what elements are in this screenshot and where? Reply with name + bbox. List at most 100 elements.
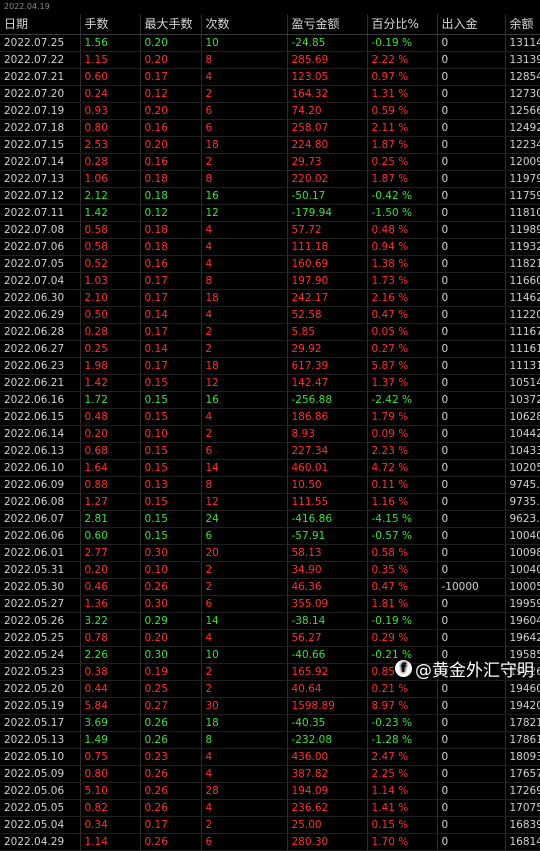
table-row[interactable]: 2022.07.180.800.166258.072.11 %012492.46 [0,119,540,137]
table-row[interactable]: 2022.06.290.500.14452.580.47 %011220.29 [0,306,540,324]
cell-balance: 10433.17 [505,442,540,460]
table-row[interactable]: 2022.07.210.600.174123.050.97 %012854.03 [0,68,540,86]
table-row[interactable]: 2022.07.131.060.188220.021.87 %011979.86 [0,170,540,188]
column-header-max-lots[interactable]: 最大手数 [140,14,202,35]
cell-max-lots: 0.29 [140,612,202,630]
cell-balance: 11462.46 [505,289,540,307]
table-row[interactable]: 2022.07.080.580.18457.720.48 %011989.95 [0,221,540,239]
cell-date: 2022.07.06 [0,238,81,256]
cell-lots: 0.58 [80,238,141,256]
column-header-deposit[interactable]: 出入金 [437,14,506,35]
header-row: 日期 手数 最大手数 次数 盈亏金额 百分比% 出入金 余额 [0,14,540,35]
cell-max-lots: 0.15 [140,510,202,528]
cell-count: 20 [201,544,288,562]
cell-date: 2022.05.10 [0,748,81,766]
table-row[interactable]: 2022.05.065.100.2628194.091.14 %017269.7… [0,782,540,800]
cell-balance: 12009.59 [505,153,540,171]
table-row[interactable]: 2022.05.195.840.27301598.898.97 %019420.… [0,697,540,715]
column-header-lots[interactable]: 手数 [80,14,141,35]
cell-max-lots: 0.10 [140,561,202,579]
table-row[interactable]: 2022.07.122.120.1816-50.17-0.42 %011759.… [0,187,540,205]
table-row[interactable]: 2022.06.012.770.302058.130.58 %010098.54 [0,544,540,562]
table-row[interactable]: 2022.06.270.250.14229.920.27 %011161.86 [0,340,540,358]
table-row[interactable]: 2022.04.291.140.266280.301.70 %016814.04 [0,833,540,851]
table-row[interactable]: 2022.07.200.240.122164.321.31 %012730.98 [0,85,540,103]
cell-percent: 0.97 % [367,68,438,86]
cell-count: 2 [201,425,288,443]
cell-count: 18 [201,136,288,154]
cell-count: 6 [201,119,288,137]
column-header-balance[interactable]: 余额 [505,14,540,35]
cell-max-lots: 0.12 [140,204,202,222]
cell-lots: 2.53 [80,136,141,154]
cell-max-lots: 0.20 [140,629,202,647]
cell-count: 8 [201,731,288,749]
cell-balance: 19420.03 [505,697,540,715]
table-row[interactable]: 2022.07.221.150.208285.692.22 %013139.72 [0,51,540,69]
table-row[interactable]: 2022.06.07 2.81 0.15 24 -416.86 -4.15 % 0 9623.… [0,510,540,528]
table-row[interactable]: 2022.06.140.200.1028.930.09 %010442.10 [0,425,540,443]
table-row[interactable]: 2022.05.090.800.264387.822.25 %017657.57 [0,765,540,783]
table-row[interactable]: 2022.05.310.200.10234.900.35 %010040.41 [0,561,540,579]
table-row[interactable]: 2022.05.271.360.306355.091.81 %019959.15 [0,595,540,613]
table-row[interactable]: 2022.05.050.820.264236.621.41 %017075.66 [0,799,540,817]
table-row[interactable]: 2022.06.060.600.156-57.91-0.57 %010040.6… [0,527,540,545]
cell-deposit: 0 [437,833,506,851]
table-row[interactable]: 2022.06.302.100.1718242.172.16 %011462.4… [0,289,540,307]
table-row[interactable]: 2022.06.231.980.1718617.395.87 %011131.9… [0,357,540,375]
table-row[interactable]: 2022.07.190.930.20674.200.59 %012566.66 [0,102,540,120]
table-row[interactable]: 2022.05.263.220.2914-38.14-0.19 %019604.… [0,612,540,630]
table-row[interactable]: 2022.05.040.340.17225.000.15 %016839.04 [0,816,540,834]
column-header-count[interactable]: 次数 [201,14,288,35]
cell-profit: -179.94 [287,204,368,222]
column-header-date[interactable]: 日期 [0,14,81,35]
table-row[interactable]: 2022.05.250.780.20456.270.29 %019642.20 [0,629,540,647]
table-row[interactable]: 2022.06.211.420.1512142.471.37 %010514.5… [0,374,540,392]
table-row[interactable]: 2022.07.041.030.178197.901.73 %011660.36 [0,272,540,290]
table-row[interactable]: 2022.05.200.440.25240.640.21 %019460.67 [0,680,540,698]
column-header-profit[interactable]: 盈亏金额 [287,14,368,35]
cell-lots: 2.81 [80,510,141,528]
cell-lots: 1.42 [80,374,141,392]
cell-profit: 1598.89 [287,697,368,715]
cell-max-lots: 0.13 [140,476,202,494]
table-row[interactable]: 2022.05.173.690.2618-40.35-0.23 %017821.… [0,714,540,732]
cell-profit: 285.69 [287,51,368,69]
table-row[interactable]: 2022.05.100.750.234436.002.47 %018093.57 [0,748,540,766]
cell-count: 2 [201,816,288,834]
table-row[interactable]: 2022.06.101.640.1514460.014.72 %010205.8… [0,459,540,477]
cell-date: 2022.05.30 [0,578,81,596]
cell-count: 2 [201,561,288,579]
cell-profit: 29.92 [287,340,368,358]
cell-max-lots: 0.20 [140,102,202,120]
cell-balance: 10040.63 [505,527,540,545]
table-row[interactable]: 2022.06.130.680.156227.342.23 %010433.17 [0,442,540,460]
table-row[interactable]: 2022.07.251.560.2010-24.85-0.19 %013114.… [0,34,540,52]
cell-percent: 1.87 % [367,136,438,154]
table-row[interactable]: 2022.06.081.270.1512111.551.16 %09735.32 [0,493,540,511]
table-row[interactable]: 2022.06.280.280.1725.850.05 %011167.71 [0,323,540,341]
cell-profit: 224.80 [287,136,368,154]
cell-deposit: 0 [437,357,506,375]
cell-balance: 12492.46 [505,119,540,137]
cell-lots: 0.28 [80,153,141,171]
cell-deposit: 0 [437,85,506,103]
cell-balance: 11660.36 [505,272,540,290]
table-row[interactable]: 2022.07.111.420.1212-179.94-1.50 %011810… [0,204,540,222]
cell-profit: 280.30 [287,833,368,851]
table-row[interactable]: 2022.05.131.490.268-232.08-1.28 %017861.… [0,731,540,749]
table-row[interactable]: 2022.07.152.530.2018224.801.87 %012234.3… [0,136,540,154]
cell-date: 2022.06.09 [0,476,81,494]
table-row[interactable]: 2022.07.140.280.16229.730.25 %012009.59 [0,153,540,171]
table-row[interactable]: 2022.07.050.520.164160.691.38 %011821.05 [0,255,540,273]
table-row[interactable]: 2022.06.090.880.13810.500.11 %09745.82 [0,476,540,494]
cell-balance: 17657.57 [505,765,540,783]
table-row[interactable]: 2022.05.30 0.46 0.26 2 46.36 0.47 % -10000 1000… [0,578,540,596]
cell-balance: 10442.10 [505,425,540,443]
cell-max-lots: 0.17 [140,323,202,341]
table-row[interactable]: 2022.06.150.480.154186.861.79 %010628.96 [0,408,540,426]
table-row[interactable]: 2022.07.060.580.184111.180.94 %011932.23 [0,238,540,256]
cell-lots: 3.69 [80,714,141,732]
table-row[interactable]: 2022.06.161.720.1516-256.88-2.42 %010372… [0,391,540,409]
column-header-percent[interactable]: 百分比% [367,14,438,35]
